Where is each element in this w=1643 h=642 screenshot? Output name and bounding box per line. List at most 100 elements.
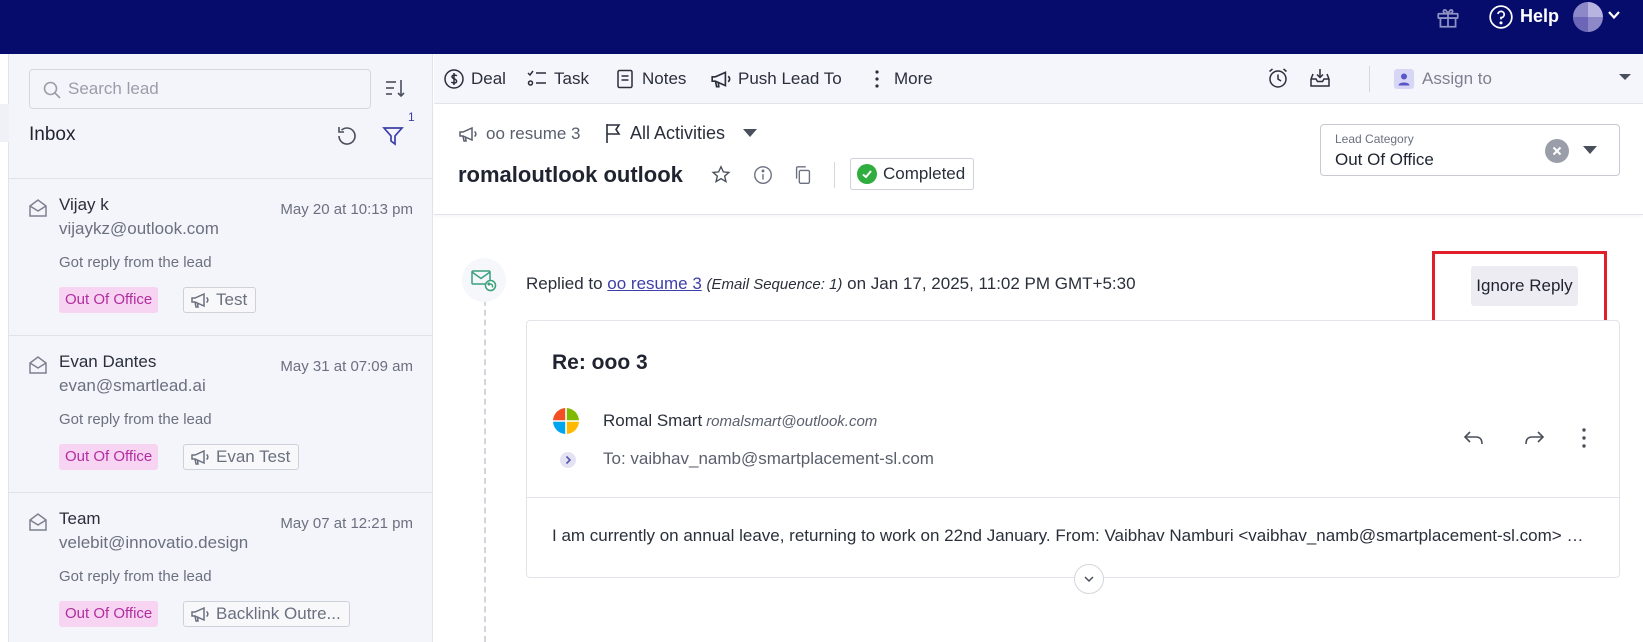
info-icon[interactable]: [752, 164, 774, 186]
megaphone-icon: [711, 71, 731, 88]
envelope-open-icon: [29, 199, 47, 217]
lead-status: Got reply from the lead: [59, 568, 212, 585]
megaphone-icon: [459, 126, 477, 142]
inbox-title: Inbox: [29, 124, 76, 145]
expand-email-button[interactable]: [1074, 564, 1104, 594]
lead-sidebar: Inbox 1 Vijay k May 20 at 10:13 pm vijay…: [9, 54, 433, 642]
lead-category-select[interactable]: Lead Category Out Of Office: [1320, 124, 1620, 176]
chevron-down-icon: [1084, 576, 1094, 583]
activity-timestamp: on Jan 17, 2025, 11:02 PM GMT+5:30: [847, 274, 1136, 293]
help-circle-icon[interactable]: [1488, 4, 1514, 30]
search-input[interactable]: [68, 78, 358, 100]
forward-icon[interactable]: [1521, 425, 1547, 451]
outlook-logo-icon: [553, 408, 579, 434]
flag-icon: [606, 124, 621, 143]
sort-icon[interactable]: [383, 76, 407, 100]
campaign-tag-label: Backlink Outre...: [216, 604, 341, 623]
checklist-icon: [527, 70, 546, 86]
left-nav-strip: [0, 54, 9, 642]
copy-icon[interactable]: [792, 164, 814, 186]
clear-icon[interactable]: [1545, 139, 1569, 163]
lead-status: Got reply from the lead: [59, 254, 212, 271]
help-label[interactable]: Help: [1520, 6, 1559, 27]
avatar[interactable]: [1573, 2, 1603, 32]
ignore-reply-button[interactable]: Ignore Reply: [1471, 266, 1578, 306]
lead-date: May 20 at 10:13 pm: [280, 201, 413, 218]
sender-email: romalsmart@outlook.com: [706, 413, 878, 430]
campaign-breadcrumb[interactable]: oo resume 3: [458, 124, 581, 144]
divider: [1369, 66, 1370, 92]
envelope-open-icon: [29, 356, 47, 374]
activities-label: All Activities: [630, 122, 726, 143]
category-tag: Out Of Office: [59, 287, 159, 313]
deal-label: Deal: [471, 69, 506, 88]
chevron-right-icon[interactable]: [559, 451, 577, 469]
activity-description: Replied to oo resume 3 (Email Sequence: …: [526, 274, 1136, 294]
gift-icon[interactable]: [1435, 4, 1461, 30]
campaign-tag: Evan Test: [183, 444, 300, 470]
more-label: More: [894, 69, 933, 88]
check-circle-icon: [857, 164, 877, 184]
push-lead-label: Push Lead To: [738, 69, 842, 88]
push-lead-button[interactable]: Push Lead To: [710, 66, 842, 92]
caret-down-icon[interactable]: [1616, 68, 1634, 86]
envelope-open-icon: [29, 513, 47, 531]
timeline-node: [462, 258, 506, 302]
lead-list-item[interactable]: Vijay k May 20 at 10:13 pm vijaykz@outlo…: [9, 179, 433, 336]
megaphone-icon: [191, 449, 209, 465]
category-tag: Out Of Office: [59, 444, 159, 470]
dollar-icon: [444, 69, 464, 89]
kebab-icon: [875, 70, 879, 88]
lead-date: May 31 at 07:09 am: [280, 358, 413, 375]
chevron-down-icon[interactable]: [1607, 8, 1621, 22]
sender-name: Romal Smart: [603, 411, 703, 430]
alarm-clock-icon[interactable]: [1266, 66, 1290, 90]
assign-to-label: Assign to: [1422, 69, 1492, 88]
inbox-download-icon[interactable]: [1308, 66, 1332, 90]
filter-icon[interactable]: [381, 124, 405, 148]
kebab-icon[interactable]: [1571, 425, 1597, 451]
lead-header: oo resume 3 All Activities romaloutlook …: [434, 104, 1643, 215]
campaign-tag-label: Test: [216, 290, 248, 309]
sequence-label: (Email Sequence: 1): [706, 276, 843, 293]
lead-date: May 07 at 12:21 pm: [280, 515, 413, 532]
search-icon: [43, 81, 61, 99]
divider: [527, 497, 1619, 498]
lead-list-item[interactable]: Evan Dantes May 31 at 07:09 am evan@smar…: [9, 336, 433, 493]
top-navbar: Help: [0, 0, 1643, 54]
notes-icon: [617, 69, 633, 89]
lead-list-item[interactable]: Team May 07 at 12:21 pm velebit@innovati…: [9, 493, 433, 642]
status-label: Completed: [883, 164, 966, 183]
campaign-name: oo resume 3: [486, 124, 581, 143]
status-badge: Completed: [850, 158, 975, 190]
lead-name: Evan Dantes: [59, 352, 157, 371]
campaign-tag: Backlink Outre...: [183, 601, 350, 627]
task-button[interactable]: Task: [526, 66, 589, 92]
divider: [834, 162, 835, 188]
caret-down-icon[interactable]: [1583, 145, 1597, 155]
lead-email: evan@smartlead.ai: [59, 376, 206, 395]
caret-down-icon: [743, 129, 758, 137]
reply-icon[interactable]: [1461, 425, 1487, 451]
lead-category-label: Lead Category: [1335, 132, 1414, 146]
email-sender: Romal Smart romalsmart@outlook.com: [603, 411, 877, 431]
lead-category-value: Out Of Office: [1335, 150, 1434, 169]
email-recipient: To: vaibhav_namb@smartplacement-sl.com: [603, 449, 934, 468]
notes-label: Notes: [642, 69, 687, 88]
activities-dropdown[interactable]: All Activities: [604, 122, 758, 144]
deal-button[interactable]: Deal: [443, 66, 506, 92]
left-nav-active-marker: [0, 104, 9, 142]
campaign-link[interactable]: oo resume 3: [607, 274, 702, 293]
refresh-icon[interactable]: [335, 124, 359, 148]
assign-to-dropdown[interactable]: Assign to: [1394, 66, 1634, 92]
megaphone-icon: [191, 292, 209, 308]
more-button[interactable]: More: [866, 66, 933, 92]
star-icon[interactable]: [710, 164, 732, 186]
lead-status: Got reply from the lead: [59, 411, 212, 428]
megaphone-icon: [191, 606, 209, 622]
task-label: Task: [554, 69, 589, 88]
lead-action-bar: Deal Task Notes Push Lead To More Assign…: [434, 54, 1643, 104]
notes-button[interactable]: Notes: [614, 66, 686, 92]
email-reply-icon: [471, 270, 497, 292]
category-tag: Out Of Office: [59, 601, 159, 627]
